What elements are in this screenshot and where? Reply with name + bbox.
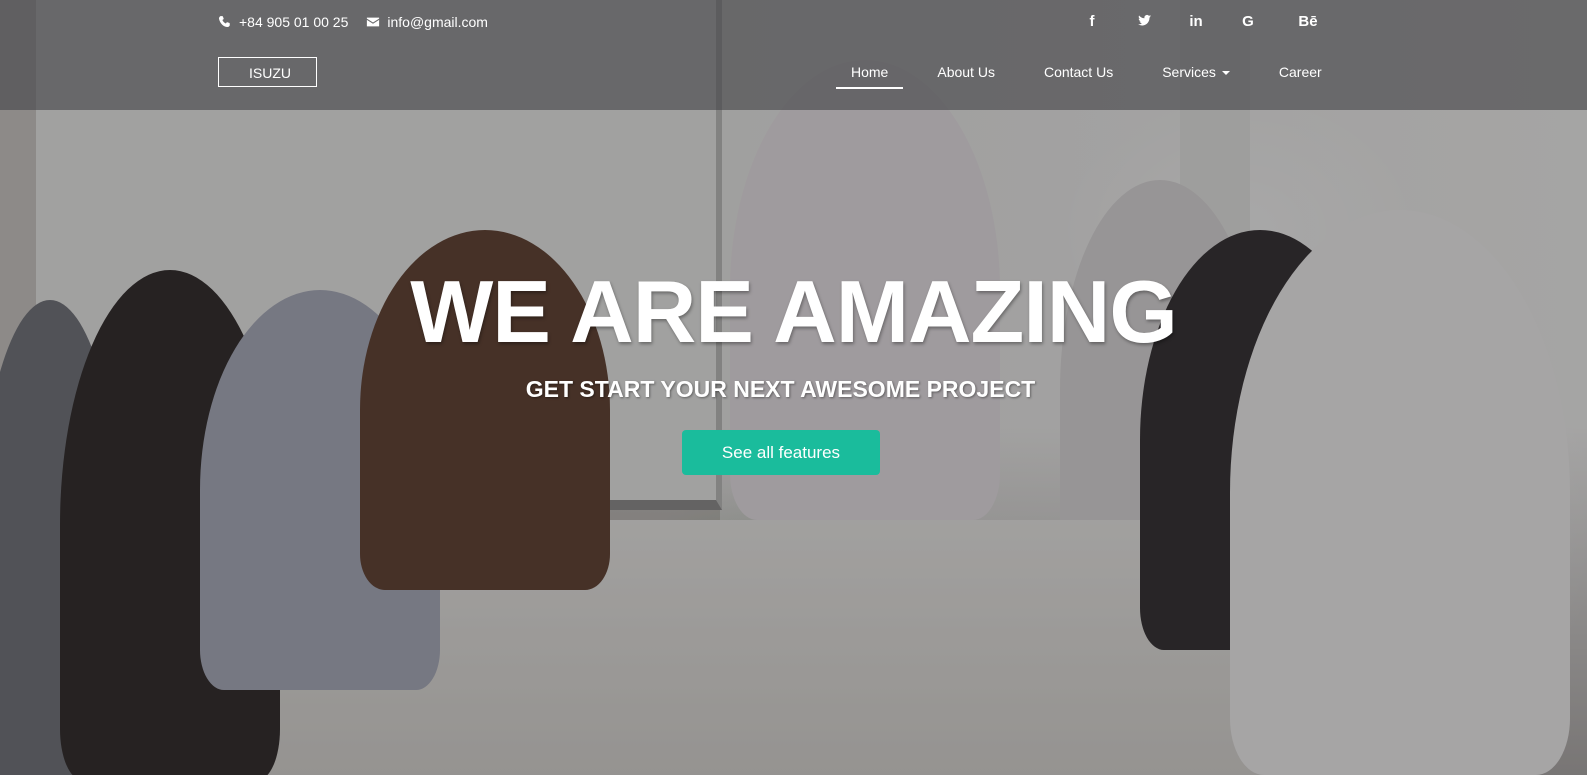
behance-icon[interactable]: Bē (1282, 12, 1334, 32)
contact-bar: +84 905 01 00 25 info@gmail.com (218, 14, 488, 30)
main-nav: Home About Us Contact Us Services Career (836, 55, 1337, 89)
nav-item-services[interactable]: Services (1128, 55, 1245, 89)
twitter-bird-glyph (1137, 14, 1151, 26)
phone-contact[interactable]: +84 905 01 00 25 (218, 14, 348, 30)
site-header: +84 905 01 00 25 info@gmail.com f in G B… (0, 0, 1587, 110)
google-icon[interactable]: G (1222, 12, 1274, 32)
twitter-icon[interactable] (1118, 12, 1170, 32)
social-links: f in G Bē (1066, 12, 1326, 32)
hero-section: WE ARE AMAZING GET START YOUR NEXT AWESO… (0, 0, 1587, 775)
nav-item-about-us[interactable]: About Us (903, 55, 1010, 89)
chevron-down-icon (1221, 71, 1230, 76)
linkedin-icon[interactable]: in (1170, 12, 1222, 32)
nav-item-services-label: Services (1162, 64, 1216, 80)
nav-item-career[interactable]: Career (1245, 55, 1337, 89)
email-contact[interactable]: info@gmail.com (366, 14, 488, 30)
nav-item-home[interactable]: Home (836, 55, 904, 89)
hero-headline: WE ARE AMAZING (410, 262, 1178, 361)
brand-logo[interactable]: ISUZU (218, 57, 317, 87)
envelope-icon (367, 17, 380, 27)
hero-subheadline: GET START YOUR NEXT AWESOME PROJECT (525, 376, 1036, 402)
see-all-features-button[interactable]: See all features (682, 430, 880, 475)
phone-number: +84 905 01 00 25 (239, 14, 349, 30)
facebook-icon[interactable]: f (1066, 12, 1118, 32)
nav-item-contact-us[interactable]: Contact Us (1010, 55, 1128, 89)
phone-icon (218, 16, 230, 27)
email-address: info@gmail.com (387, 14, 488, 30)
